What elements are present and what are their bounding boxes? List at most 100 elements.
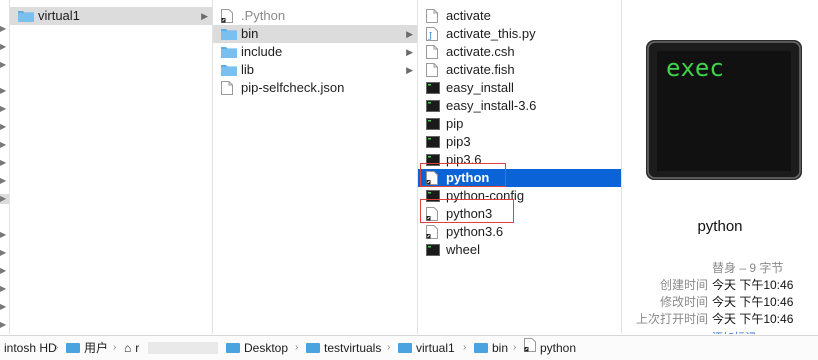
chevron-right-icon: ▶ xyxy=(0,42,7,51)
terminal-exec-icon xyxy=(426,99,440,113)
list-item-activate[interactable]: activate xyxy=(418,7,621,25)
terminal-exec-icon xyxy=(426,153,440,167)
chevron-right-icon: ▶ xyxy=(0,266,7,275)
list-item-label: easy_install xyxy=(446,80,514,95)
list-item-pip[interactable]: pip xyxy=(418,115,621,133)
folder-icon xyxy=(306,343,320,353)
list-item-label: python xyxy=(446,170,490,185)
meta-label: 创建时间 xyxy=(659,278,708,292)
column-virtualenv-parent: virtual1 ▶ xyxy=(10,0,213,334)
chevron-right-icon: ▶ xyxy=(0,194,9,204)
list-item-label: pip xyxy=(446,116,464,131)
list-item-include[interactable]: include ▶ xyxy=(213,43,417,61)
list-item-python[interactable]: python xyxy=(418,163,621,187)
chevron-right-icon: ▶ xyxy=(0,60,7,69)
path-segment-label: testvirtuals xyxy=(324,341,382,355)
list-item-pip3[interactable]: pip3 xyxy=(418,133,621,151)
list-item-bin[interactable]: bin ▶ xyxy=(213,25,417,43)
alias-file-icon xyxy=(524,336,536,360)
list-item-label: activate.csh xyxy=(446,44,515,59)
list-item-label: activate xyxy=(446,8,491,23)
meta-value: 今天 下午10:46 xyxy=(712,278,794,292)
list-item-label: .Python xyxy=(241,8,286,23)
chevron-right-icon: ▶ xyxy=(0,320,7,329)
column-virtual1: .Python bin ▶ include ▶ lib ▶ pip-selfcheck.jso… xyxy=(213,0,418,334)
chevron-right-icon: ▶ xyxy=(406,29,413,39)
chevron-right-icon: ▶ xyxy=(0,86,7,95)
list-item-python3-6[interactable]: python3.6 xyxy=(418,223,621,241)
terminal-exec-icon xyxy=(426,243,440,257)
user-folder-icon xyxy=(66,343,80,353)
list-item-easy-install-3-6[interactable]: easy_install-3.6 xyxy=(418,97,621,115)
chevron-right-icon: ▶ xyxy=(406,65,413,75)
list-item-python3[interactable]: python3 xyxy=(418,199,621,223)
chevron-right-icon: ▶ xyxy=(406,47,413,57)
path-segment-python[interactable]: python xyxy=(524,336,576,360)
path-separator-icon: › xyxy=(295,342,299,353)
folder-icon xyxy=(221,63,237,77)
meta-value: 今天 下午10:46 xyxy=(712,295,794,309)
path-segment-label: r xyxy=(135,341,140,355)
chevron-right-icon: ▶ xyxy=(0,140,7,149)
path-segment-label: Desktop xyxy=(244,341,289,355)
list-item-label: easy_install-3.6 xyxy=(446,98,537,113)
list-item-activate-fish[interactable]: activate.fish xyxy=(418,61,621,79)
list-item-label: lib xyxy=(241,62,255,77)
chevron-right-icon: ▶ xyxy=(0,248,7,257)
path-segment-virtual1[interactable]: virtual1 xyxy=(398,336,455,360)
meta-label: 修改时间 xyxy=(659,295,708,309)
path-segment-desktop[interactable]: Desktop xyxy=(226,336,288,360)
alias-file-icon xyxy=(426,207,440,221)
python-script-icon: J xyxy=(426,27,440,41)
list-item-easy-install[interactable]: easy_install xyxy=(418,79,621,97)
list-item-wheel[interactable]: wheel xyxy=(418,241,621,259)
list-item-label: bin xyxy=(241,26,259,41)
path-segment-label: 用户 xyxy=(84,341,109,355)
folder-icon xyxy=(226,343,240,353)
chevron-right-icon: ▶ xyxy=(0,176,7,185)
list-item-label: python3.6 xyxy=(446,224,504,239)
path-segment-intosh-hd[interactable]: intosh HD xyxy=(4,336,57,360)
list-item-label: pip-selfcheck.json xyxy=(241,80,345,95)
preview-kind: 替身 – 9 字节 xyxy=(712,261,784,275)
list-item--python[interactable]: .Python xyxy=(213,7,417,25)
list-item-label: wheel xyxy=(446,242,480,257)
folder-icon xyxy=(221,27,237,41)
list-item-label: virtual1 xyxy=(38,8,80,23)
path-segment-label: bin xyxy=(492,341,509,355)
path-segment-bin[interactable]: bin xyxy=(474,336,508,360)
chevron-right-icon: ▶ xyxy=(0,230,7,239)
document-icon xyxy=(426,9,440,23)
list-item-pip3-6[interactable]: pip3.6 xyxy=(418,151,621,169)
folder-icon xyxy=(18,9,34,23)
list-item-python-config[interactable]: python-config xyxy=(418,187,621,205)
meta-value: 今天 下午10:46 xyxy=(712,312,794,326)
list-item-pip-selfcheck-json[interactable]: pip-selfcheck.json xyxy=(213,79,417,97)
list-item-virtual1[interactable]: virtual1 ▶ xyxy=(10,7,212,25)
alias-file-icon xyxy=(426,171,440,185)
previous-column: ▶ ▶ ▶ ▶ ▶ ▶ ▶ ▶ ▶ ▶ ▶ ▶ ▶ ▶ ▶ ▶ xyxy=(0,0,10,334)
list-item-activate-this-py[interactable]: Jactivate_this.py xyxy=(418,25,621,43)
path-segment-label: python xyxy=(540,341,577,355)
svg-text:exec: exec xyxy=(666,54,724,82)
path-segment-testvirtuals[interactable]: testvirtuals xyxy=(306,336,381,360)
preview-pane: exec python 替身 – 9 字节 创建时间 今天 下午10:46 修改… xyxy=(622,0,818,334)
document-icon xyxy=(426,63,440,77)
chevron-right-icon: ▶ xyxy=(201,11,208,21)
redacted-username xyxy=(148,342,218,354)
add-tag-link[interactable]: 添加标记 xyxy=(712,329,756,334)
list-item-label: python-config xyxy=(446,188,525,203)
home-icon: ⌂ xyxy=(124,341,132,355)
chevron-right-icon: ▶ xyxy=(0,24,7,33)
list-item-lib[interactable]: lib ▶ xyxy=(213,61,417,79)
list-item-label: activate_this.py xyxy=(446,26,536,41)
alias-file-icon xyxy=(221,9,235,23)
list-item-activate-csh[interactable]: activate.csh xyxy=(418,43,621,61)
path-segment-r[interactable]: ⌂ r xyxy=(124,336,139,360)
chevron-right-icon: ▶ xyxy=(0,158,7,167)
preview-file-name: python xyxy=(697,218,743,235)
list-item-label: pip3 xyxy=(446,134,471,149)
path-segment-label: virtual1 xyxy=(416,341,455,355)
folder-icon xyxy=(398,343,412,353)
path-segment--[interactable]: 用户 xyxy=(66,336,108,360)
